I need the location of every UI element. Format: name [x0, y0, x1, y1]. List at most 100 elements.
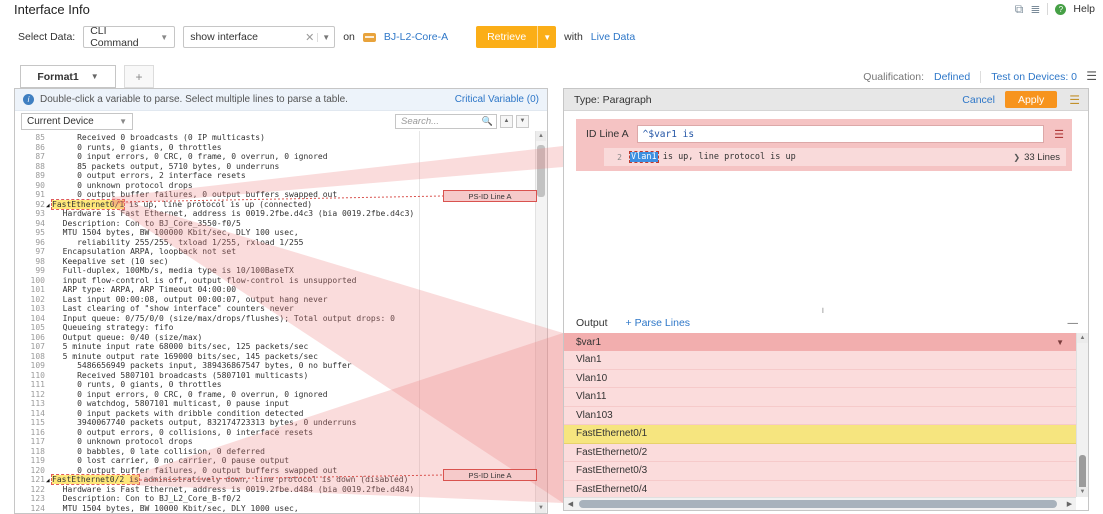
retrieve-button[interactable]: Retrieve: [476, 26, 537, 48]
code-line[interactable]: 110 Received 5807101 broadcasts (5807101…: [15, 371, 536, 381]
highlighted-variable[interactable]: FastEthernet0/1: [52, 200, 124, 209]
code-line[interactable]: 108 5 minute output rate 169000 bits/sec…: [15, 352, 536, 362]
scrollbar-track[interactable]: [577, 498, 1063, 510]
id-line-pattern-input[interactable]: [637, 125, 1044, 143]
scrollbar-thumb[interactable]: [579, 500, 1057, 508]
command-input[interactable]: [188, 30, 302, 44]
scroll-down-icon[interactable]: ▼: [536, 503, 546, 513]
code-line[interactable]: 117 0 unknown protocol drops: [15, 437, 536, 447]
variable-column-header[interactable]: $var1 ▼: [564, 333, 1076, 351]
sample-selected-variable[interactable]: Vlan1: [630, 152, 658, 162]
code-line[interactable]: 90 0 unknown protocol drops: [15, 181, 536, 191]
qualification-value-link[interactable]: Defined: [934, 71, 970, 83]
code-line[interactable]: 115 3940067740 packets output, 832174723…: [15, 418, 536, 428]
output-horizontal-scrollbar[interactable]: ◀ ▶: [564, 497, 1076, 510]
highlighted-variable[interactable]: FastEthernet0/2 is: [52, 475, 139, 484]
retrieve-dropdown-icon[interactable]: ▼: [537, 26, 556, 48]
chevron-down-icon[interactable]: ▼: [317, 33, 330, 42]
code-line[interactable]: 86 0 runts, 0 giants, 0 throttles: [15, 143, 536, 153]
copy-icon[interactable]: ⧉: [1015, 3, 1024, 15]
cli-output-area[interactable]: 85 Received 0 broadcasts (0 IP multicast…: [15, 131, 536, 513]
code-line[interactable]: 112 0 input errors, 0 CRC, 0 frame, 0 ov…: [15, 390, 536, 400]
critical-variable-link[interactable]: Critical Variable (0): [455, 94, 539, 105]
search-icon[interactable]: 🔍: [482, 116, 493, 127]
code-line[interactable]: 118 0 babbles, 0 late collision, 0 defer…: [15, 447, 536, 457]
clear-icon[interactable]: ✕: [302, 31, 317, 44]
ps-id-tag-line121[interactable]: PS-ID Line A: [443, 469, 537, 481]
scroll-up-icon[interactable]: ▲: [1077, 333, 1088, 343]
code-line[interactable]: 123 Description: Con to BJ_L2_Core_B-f0/…: [15, 494, 536, 504]
test-on-devices-link[interactable]: Test on Devices: 0: [991, 71, 1077, 83]
data-source-select[interactable]: CLI Command ▼: [83, 26, 175, 48]
output-row[interactable]: Vlan10: [564, 370, 1076, 389]
output-row[interactable]: FastEthernet0/2: [564, 444, 1076, 463]
scroll-up-icon[interactable]: ▲: [536, 131, 546, 141]
code-line[interactable]: 95 MTU 1504 bytes, BW 100000 Kbit/sec, D…: [15, 228, 536, 238]
search-prev-button[interactable]: ▲: [500, 115, 513, 128]
panel-menu-icon[interactable]: ☰: [1069, 94, 1080, 106]
code-line[interactable]: 93 Hardware is Fast Ethernet, address is…: [15, 209, 536, 219]
code-line[interactable]: 100 input flow-control is off, output fl…: [15, 276, 536, 286]
code-line[interactable]: 101 ARP type: ARPA, ARP Timeout 04:00:00: [15, 285, 536, 295]
tab-format1[interactable]: Format1 ▼: [20, 65, 116, 88]
parser-panel: i Double-click a variable to parse. Sele…: [14, 88, 548, 514]
code-line[interactable]: 102 Last input 00:00:08, output 00:00:07…: [15, 295, 536, 305]
code-line[interactable]: 99 Full-duplex, 100Mb/s, media type is 1…: [15, 266, 536, 276]
code-line[interactable]: 106 Output queue: 0/40 (size/max): [15, 333, 536, 343]
output-row[interactable]: FastEthernet0/3: [564, 462, 1076, 481]
sample-match-row[interactable]: 2 Vlan1 is up, line protocol is up ❯ 33 …: [604, 148, 1066, 166]
search-area: 🔍 ▲ ▼: [395, 114, 529, 129]
help-label[interactable]: Help: [1073, 3, 1095, 15]
code-line[interactable]: 116 0 output errors, 0 collisions, 0 int…: [15, 428, 536, 438]
help-icon[interactable]: ?: [1055, 4, 1066, 15]
scroll-left-icon[interactable]: ◀: [564, 498, 577, 510]
code-line[interactable]: 96 reliability 255/255, txload 1/255, rx…: [15, 238, 536, 248]
search-input[interactable]: [399, 115, 482, 128]
output-row[interactable]: Vlan103: [564, 407, 1076, 426]
code-line[interactable]: 87 0 input errors, 0 CRC, 0 frame, 0 ove…: [15, 152, 536, 162]
code-line[interactable]: 114 0 input packets with dribble conditi…: [15, 409, 536, 419]
code-line[interactable]: 98 Keepalive set (10 sec): [15, 257, 536, 267]
output-vertical-scrollbar[interactable]: ▲ ▼: [1076, 333, 1088, 497]
chevron-down-icon[interactable]: ▼: [91, 72, 99, 81]
code-line[interactable]: 89 0 output errors, 2 interface resets: [15, 171, 536, 181]
list-icon[interactable]: ≣: [1030, 3, 1040, 15]
device-scope-select[interactable]: Current Device ▼: [21, 113, 133, 130]
code-line[interactable]: 122 Hardware is Fast Ethernet, address i…: [15, 485, 536, 495]
line-number: 109: [15, 361, 53, 371]
code-line[interactable]: 113 0 watchdog, 5807101 multicast, 0 pau…: [15, 399, 536, 409]
chevron-down-icon[interactable]: ▼: [1056, 338, 1064, 347]
scrollbar-thumb[interactable]: [537, 145, 545, 197]
device-name-link[interactable]: BJ-L2-Core-A: [384, 31, 448, 43]
search-next-button[interactable]: ▼: [516, 115, 529, 128]
code-line[interactable]: 104 Input queue: 0/75/0/0 (size/max/drop…: [15, 314, 536, 324]
code-line[interactable]: 85 Received 0 broadcasts (0 IP multicast…: [15, 133, 536, 143]
parse-lines-link[interactable]: + Parse Lines: [626, 317, 691, 329]
ps-id-tag-line92[interactable]: PS-ID Line A: [443, 190, 537, 202]
add-tab-button[interactable]: +: [124, 65, 154, 88]
code-line[interactable]: 105 Queueing strategy: fifo: [15, 323, 536, 333]
scroll-right-icon[interactable]: ▶: [1063, 498, 1076, 510]
code-line[interactable]: 97 Encapsulation ARPA, loopback not set: [15, 247, 536, 257]
output-row[interactable]: FastEthernet0/4: [564, 481, 1076, 498]
output-row[interactable]: FastEthernet0/1: [564, 425, 1076, 444]
id-line-menu-icon[interactable]: ☰: [1052, 127, 1066, 141]
menu-icon[interactable]: ☰: [1086, 70, 1097, 82]
output-row[interactable]: Vlan1: [564, 351, 1076, 370]
minimize-icon[interactable]: —: [1068, 317, 1079, 329]
matched-lines-expander[interactable]: ❯ 33 Lines: [1013, 152, 1066, 163]
code-line[interactable]: 94 Description: Con to BJ_Core_3550-f0/5: [15, 219, 536, 229]
code-line[interactable]: 88 85 packets output, 5710 bytes, 0 unde…: [15, 162, 536, 172]
scroll-down-icon[interactable]: ▼: [1077, 487, 1088, 497]
code-line[interactable]: 111 0 runts, 0 giants, 0 throttles: [15, 380, 536, 390]
apply-button[interactable]: Apply: [1005, 91, 1057, 108]
live-data-link[interactable]: Live Data: [591, 31, 635, 43]
code-line[interactable]: 107 5 minute input rate 68000 bits/sec, …: [15, 342, 536, 352]
code-line[interactable]: 119 0 lost carrier, 0 no carrier, 0 paus…: [15, 456, 536, 466]
code-line[interactable]: 103 Last clearing of "show interface" co…: [15, 304, 536, 314]
code-line[interactable]: 124 MTU 1504 bytes, BW 10000 Kbit/sec, D…: [15, 504, 536, 514]
code-scrollbar[interactable]: ▲ ▼: [535, 131, 547, 513]
code-line[interactable]: 109 5486656949 packets input, 3894368675…: [15, 361, 536, 371]
cancel-button[interactable]: Cancel: [962, 94, 995, 106]
output-row[interactable]: Vlan11: [564, 388, 1076, 407]
